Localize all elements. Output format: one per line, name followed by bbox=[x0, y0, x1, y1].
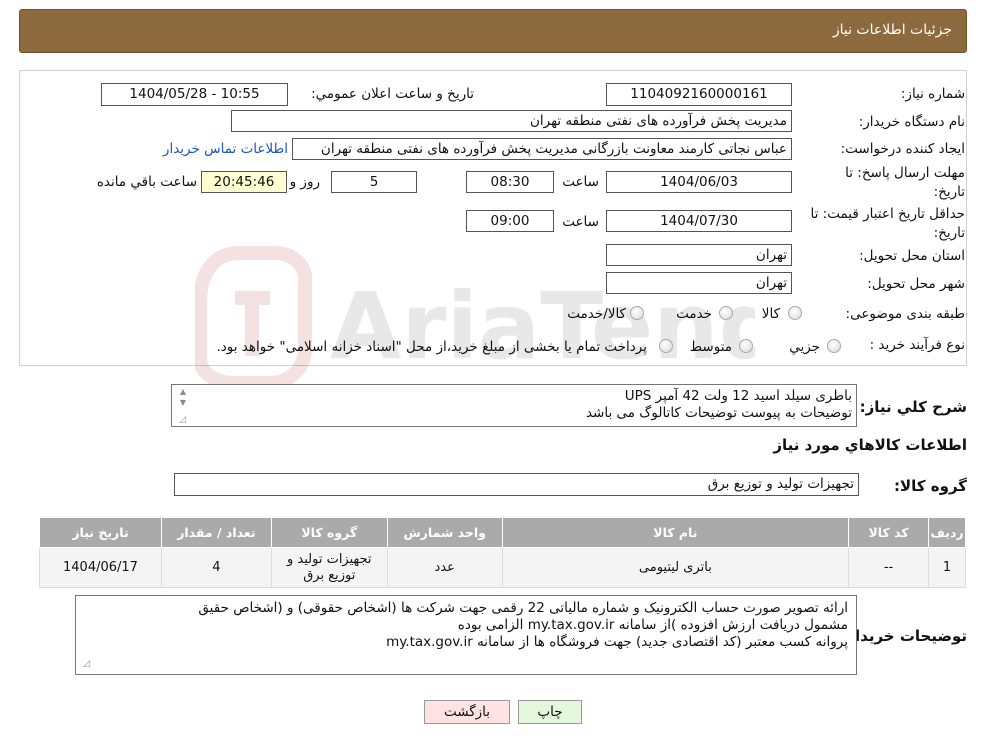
goods-group-label: گروه کالا: bbox=[894, 477, 967, 495]
goods-table: ردیف کد کالا نام کالا واحد شمارش گروه کا… bbox=[39, 517, 966, 588]
cell-item-code: -- bbox=[848, 547, 930, 588]
process-radio-small[interactable] bbox=[827, 339, 841, 353]
province-label: استان محل تحویل: bbox=[859, 248, 965, 264]
process-radio-treasury[interactable] bbox=[659, 339, 673, 353]
back-button[interactable]: بازگشت bbox=[424, 700, 510, 724]
col-row-number: ردیف bbox=[928, 517, 966, 548]
validity-label-line1: حداقل تاریخ اعتبار قیمت: تا bbox=[810, 206, 965, 222]
announce-label: تاریخ و ساعت اعلان عمومي: bbox=[311, 86, 474, 102]
category-option-goods: کالا bbox=[761, 306, 780, 322]
need-number-field: 1104092160000161 bbox=[606, 83, 792, 106]
scroll-up-icon[interactable]: ▲ bbox=[174, 388, 186, 396]
category-radio-service[interactable] bbox=[719, 306, 733, 320]
province-field: تهران bbox=[606, 244, 792, 266]
days-remaining-field: 5 bbox=[331, 171, 417, 193]
validity-date-field: 1404/07/30 bbox=[606, 210, 792, 232]
process-note: پرداخت تمام یا بخشی از مبلغ خرید،از محل … bbox=[216, 339, 647, 355]
process-option-medium: متوسط bbox=[689, 339, 732, 355]
process-label: نوع فرآیند خرید : bbox=[869, 337, 965, 353]
page-title: جزئیات اطلاعات نیاز bbox=[832, 22, 952, 38]
process-option-small: جزیي bbox=[789, 339, 820, 355]
goods-section-title: اطلاعات کالاهاي مورد نیاز bbox=[773, 436, 967, 454]
goods-group-field: تجهیزات تولید و توزیع برق bbox=[174, 473, 859, 496]
category-option-goods-service: کالا/خدمت bbox=[567, 306, 626, 322]
validity-time-label: ساعت bbox=[562, 214, 599, 230]
creator-field: عباس نجاتی کارمند معاونت بازرگانی مدیریت… bbox=[292, 138, 792, 160]
buyer-notes-line-1: ارائه تصویر صورت حساب الکترونیک و شماره … bbox=[198, 600, 848, 616]
deadline-time-label: ساعت bbox=[562, 174, 599, 190]
category-option-service: خدمت bbox=[676, 306, 712, 322]
need-number-label: شماره نیاز: bbox=[900, 86, 965, 102]
description-label: شرح کلي نیاز: bbox=[859, 398, 967, 416]
announce-datetime-field: 1404/05/28 - 10:55 bbox=[101, 83, 288, 106]
category-radio-goods[interactable] bbox=[788, 306, 802, 320]
print-button[interactable]: چاپ bbox=[518, 700, 582, 724]
cell-row-number: 1 bbox=[928, 547, 966, 588]
city-field: تهران bbox=[606, 272, 792, 294]
col-item-name: نام کالا bbox=[501, 517, 850, 548]
creator-label: ایجاد کننده درخواست: bbox=[840, 141, 965, 157]
description-textarea[interactable]: باطری سیلد اسید 12 ولت 42 آمپر UPS توضیح… bbox=[171, 384, 857, 427]
cell-item-name: باتری لیتیومی bbox=[501, 547, 850, 588]
city-label: شهر محل تحویل: bbox=[867, 276, 965, 292]
col-unit: واحد شمارش bbox=[386, 517, 503, 548]
buyer-notes-label: توضیحات خریدار: bbox=[840, 627, 967, 645]
buyer-notes-line-3: پروانه کسب معتبر (کد اقتصادی جدید) جهت ف… bbox=[386, 634, 848, 650]
deadline-time-field: 08:30 bbox=[466, 171, 554, 193]
deadline-label-line1: مهلت ارسال پاسخ: تا bbox=[845, 165, 965, 181]
cell-quantity: 4 bbox=[160, 547, 272, 588]
deadline-label-line2: تاریخ: bbox=[933, 184, 965, 200]
buyer-notes-textarea[interactable]: ارائه تصویر صورت حساب الکترونیک و شماره … bbox=[75, 595, 857, 675]
table-header-row: ردیف کد کالا نام کالا واحد شمارش گروه کا… bbox=[39, 517, 966, 548]
days-label: روز و bbox=[289, 174, 320, 190]
category-radio-goods-service[interactable] bbox=[630, 306, 644, 320]
remaining-time-label: ساعت باقي مانده bbox=[96, 174, 197, 190]
process-radio-medium[interactable] bbox=[739, 339, 753, 353]
description-line-2: توضیحات به پیوست توضیحات کاتالوگ می باشد bbox=[585, 405, 852, 421]
buyer-notes-line-2: مشمول دریافت ارزش افزوده )از سامانه my.t… bbox=[457, 617, 848, 633]
remaining-time-field: 20:45:46 bbox=[201, 171, 287, 193]
resize-handle-icon[interactable]: ◿ bbox=[174, 416, 186, 425]
validity-time-field: 09:00 bbox=[466, 210, 554, 232]
description-line-1: باطری سیلد اسید 12 ولت 42 آمپر UPS bbox=[624, 388, 852, 404]
page-header: جزئیات اطلاعات نیاز bbox=[19, 9, 967, 53]
buyer-contact-link[interactable]: اطلاعات تماس خریدار bbox=[163, 141, 288, 157]
deadline-date-field: 1404/06/03 bbox=[606, 171, 792, 193]
cell-need-date: 1404/06/17 bbox=[39, 547, 162, 588]
category-label: طبقه بندی موضوعی: bbox=[845, 306, 965, 322]
validity-label-line2: تاریخ: bbox=[933, 225, 965, 241]
buyer-org-label: نام دستگاه خریدار: bbox=[858, 114, 965, 130]
col-group: گروه کالا bbox=[270, 517, 388, 548]
col-quantity: تعداد / مقدار bbox=[160, 517, 272, 548]
col-need-date: تاریخ نیاز bbox=[39, 517, 162, 548]
buyer-org-field: مدیریت پخش فرآورده های نفتی منطقه تهران bbox=[231, 110, 792, 132]
table-row: 1 -- باتری لیتیومی عدد تجهیزات تولید و ت… bbox=[39, 547, 966, 588]
scroll-down-icon[interactable]: ▼ bbox=[174, 399, 186, 407]
resize-handle-icon[interactable]: ◿ bbox=[78, 660, 90, 669]
cell-unit: عدد bbox=[386, 547, 503, 588]
col-item-code: کد کالا bbox=[848, 517, 930, 548]
cell-group: تجهیزات تولید و توزیع برق bbox=[270, 547, 388, 588]
